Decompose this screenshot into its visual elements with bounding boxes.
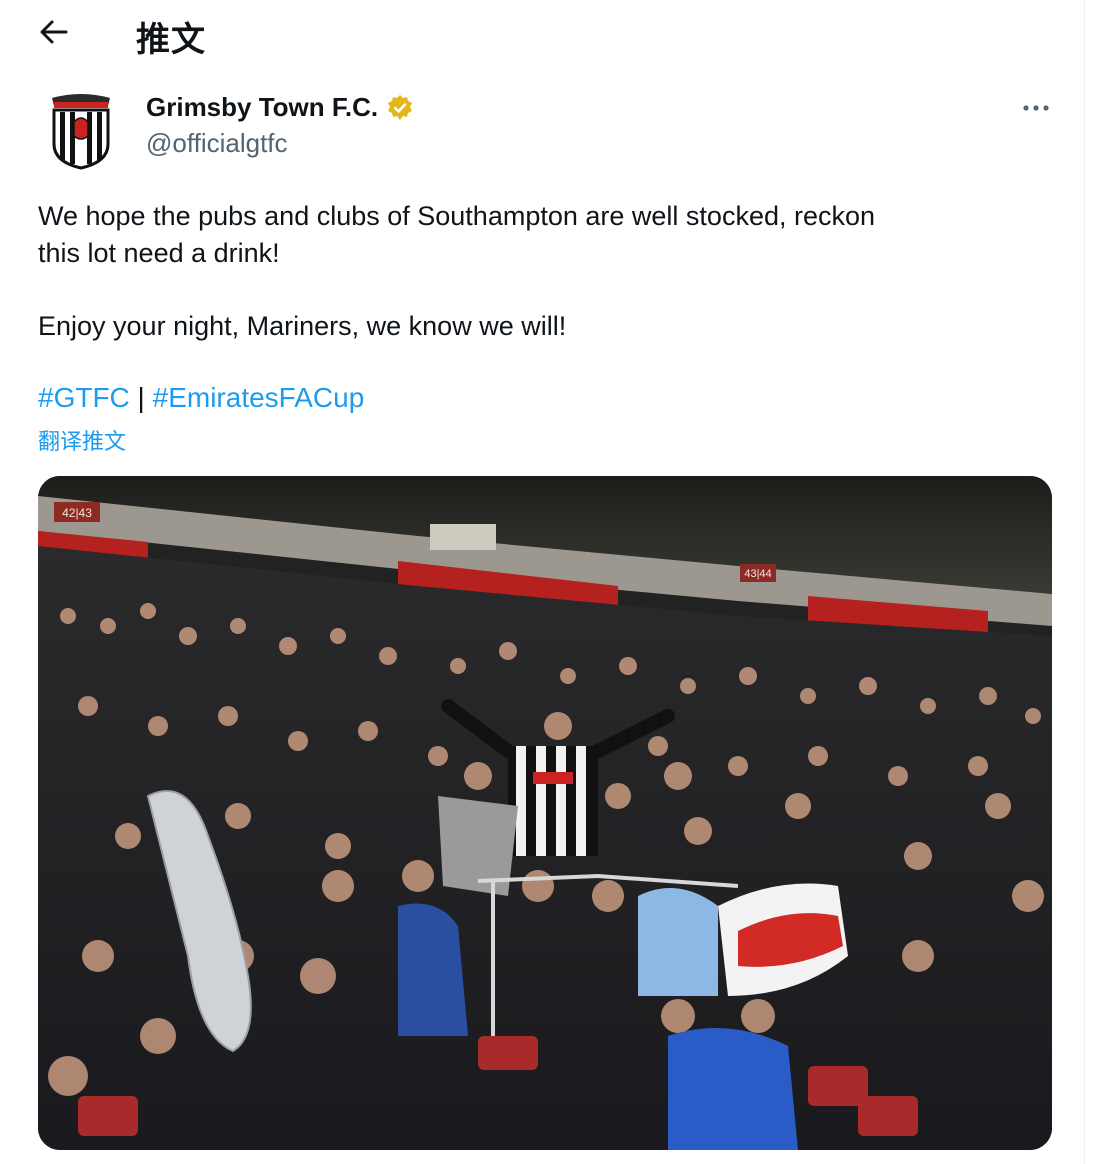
- verified-badge-icon[interactable]: [386, 94, 414, 122]
- more-horizontal-icon: [1023, 105, 1049, 111]
- stadium-crowd-image: 42|43 43|44: [38, 476, 1052, 1150]
- translate-tweet-link[interactable]: 翻译推文: [38, 424, 126, 456]
- hashtags: #GTFC | #EmiratesFACup: [38, 380, 364, 416]
- stand-sign-left: 42|43: [62, 506, 92, 520]
- tweet-line: this lot need a drink!: [38, 238, 280, 268]
- tweet-paragraph: Enjoy your night, Mariners, we know we w…: [38, 311, 567, 341]
- stand-sign-right: 43|44: [744, 568, 771, 580]
- display-name[interactable]: Grimsby Town F.C.: [146, 92, 378, 123]
- tweet-photo[interactable]: 42|43 43|44: [38, 476, 1052, 1150]
- hashtag-separator: |: [129, 382, 153, 413]
- tweet-line: We hope the pubs and clubs of Southampto…: [38, 201, 876, 231]
- arrow-left-icon: [40, 20, 68, 44]
- hashtag-emirates-fa-cup[interactable]: #EmiratesFACup: [153, 382, 365, 413]
- more-button[interactable]: [1018, 92, 1054, 124]
- back-button[interactable]: [36, 14, 72, 50]
- hashtag-gtfc[interactable]: #GTFC: [38, 382, 130, 413]
- page-title: 推文: [136, 20, 206, 60]
- author-name-row: Grimsby Town F.C.: [146, 92, 414, 123]
- author-handle[interactable]: @officialgtfc: [146, 128, 288, 159]
- tweet-text: We hope the pubs and clubs of Southampto…: [38, 198, 1048, 272]
- timeline-border: [1084, 0, 1085, 1164]
- avatar[interactable]: [44, 92, 118, 170]
- club-crest-logo: [52, 94, 110, 170]
- top-bar: 推文: [0, 0, 1084, 64]
